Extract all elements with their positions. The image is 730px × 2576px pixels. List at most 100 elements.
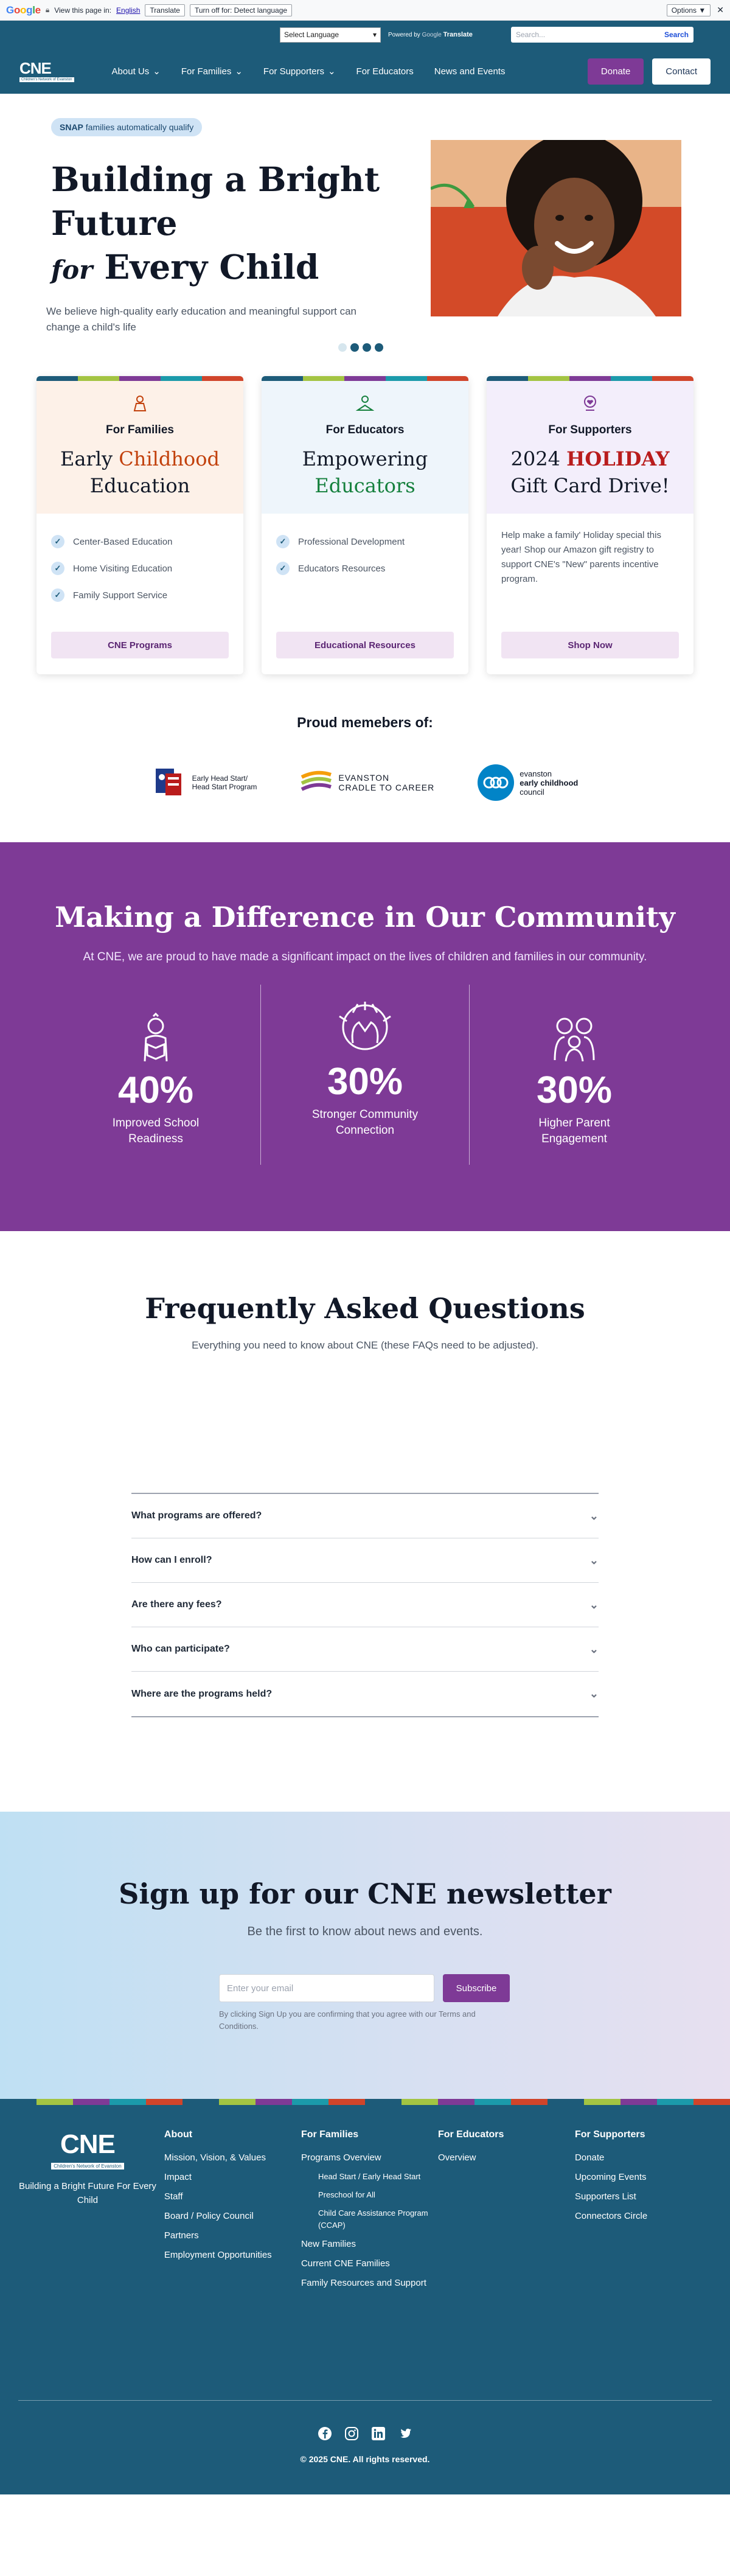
list-item-label: Professional Development [298, 536, 405, 547]
footer-link[interactable]: Programs Overview [301, 2151, 438, 2165]
footer-tagline: Building a Bright Future For Every Child [18, 2181, 156, 2205]
card-supporters: For Supporters 2024 HOLIDAY Gift Card Dri… [487, 376, 693, 674]
card-label: For Supporters [548, 424, 632, 436]
logo-text: Early Head Start/ [192, 774, 248, 783]
main-nav: CNE Children's Network of Evanston About… [0, 49, 730, 94]
stat-value: 30% [327, 1061, 403, 1103]
carousel-dot[interactable] [338, 343, 347, 352]
nav-item-for-families[interactable]: For Families ⌄ [181, 66, 243, 77]
footer-link[interactable]: Mission, Vision, & Values [164, 2151, 301, 2165]
cne-programs-button[interactable]: CNE Programs [51, 632, 229, 658]
head-start-icon [155, 769, 181, 795]
faq-item[interactable]: Are there any fees? ⌄ [131, 1583, 599, 1627]
language-select[interactable]: Select Language ▾ [280, 27, 381, 43]
close-icon[interactable]: ✕ [717, 5, 724, 15]
card-title-accent: Educators [315, 474, 415, 497]
faq-list: What programs are offered? ⌄ How can I en… [131, 1493, 599, 1717]
logo-text: CRADLE TO CAREER [338, 783, 435, 792]
nav-item-for-supporters[interactable]: For Supporters ⌄ [263, 66, 336, 77]
language-link[interactable]: English [116, 6, 140, 15]
footer-link[interactable]: Donate [575, 2151, 712, 2165]
instagram-icon[interactable] [344, 2426, 360, 2442]
powered-by-google: Google [422, 32, 442, 38]
card-title-part: Empowering [302, 447, 428, 470]
list-item: ✓ Professional Development [276, 528, 468, 555]
chevron-down-icon: ⌄ [153, 66, 161, 77]
council-icon [478, 764, 515, 801]
faq-item[interactable]: How can I enroll? ⌄ [131, 1538, 599, 1583]
card-title-part: Early [60, 447, 119, 470]
footer-divider [18, 2400, 712, 2401]
social-links [0, 2426, 730, 2442]
footer-brand: CNE Children's Network of Evanston Build… [18, 2129, 157, 2296]
nav-item-about-us[interactable]: About Us ⌄ [112, 66, 161, 77]
options-button[interactable]: Options ▼ [666, 4, 711, 16]
language-select-value: Select Language [284, 30, 339, 39]
list-item: ✓ Family Support Service [51, 582, 243, 609]
nav-item-label: For Families [181, 66, 232, 77]
card-title: 2024 HOLIDAY Gift Card Drive! [487, 445, 693, 499]
parent-child-icon [554, 1017, 595, 1062]
head-start-logo[interactable]: Early Head Start/Head Start Program [152, 765, 257, 800]
footer-link[interactable]: Overview [438, 2151, 575, 2165]
donate-button[interactable]: Donate [587, 58, 644, 85]
stat-parent-engagement: 30% Higher Parent Engagement [470, 985, 679, 1165]
footer-link[interactable]: Partners [164, 2229, 301, 2243]
nav-item-news-events[interactable]: News and Events [434, 66, 506, 77]
nav-item-label: For Supporters [263, 66, 324, 77]
twitter-icon[interactable] [397, 2426, 413, 2442]
carousel-dot[interactable] [375, 343, 383, 352]
footer-color-stripe [0, 2099, 730, 2105]
newsletter-subtitle: Be the first to know about news and even… [247, 1925, 483, 1938]
footer-link[interactable]: New Families [301, 2238, 438, 2251]
turn-off-button[interactable]: Turn off for: Detect language [189, 4, 293, 16]
footer-link[interactable]: Upcoming Events [575, 2171, 712, 2184]
footer-link[interactable]: Board / Policy Council [164, 2210, 301, 2223]
logo-text: council [520, 787, 544, 797]
dropdown-arrow-icon: ▾ [372, 30, 377, 39]
subscribe-button[interactable]: Subscribe [443, 1974, 510, 2002]
faq-item[interactable]: What programs are offered? ⌄ [131, 1494, 599, 1538]
card-text: Help make a family' Holiday special this… [501, 530, 661, 584]
impact-title: Making a Difference in Our Community [55, 901, 675, 934]
educational-resources-button[interactable]: Educational Resources [276, 632, 454, 658]
faq-section: Frequently Asked Questions Everything yo… [0, 1231, 730, 1812]
search-button[interactable]: Search [664, 30, 689, 39]
translate-button[interactable]: Translate [145, 4, 185, 16]
faq-item[interactable]: Who can participate? ⌄ [131, 1627, 599, 1672]
linkedin-icon[interactable] [370, 2426, 386, 2442]
faq-item[interactable]: Where are the programs held? ⌄ [131, 1672, 599, 1716]
audience-cards: For Families Early Childhood Education ✓ C… [0, 376, 730, 707]
nav-item-for-educators[interactable]: For Educators [356, 66, 414, 77]
cradle-to-career-logo[interactable]: EVANSTON CRADLE TO CAREER [299, 769, 434, 797]
hero-title-for: for [51, 255, 93, 285]
logo-text: early childhood [520, 778, 579, 787]
stat-school-readiness: 40% Improved School Readiness [51, 985, 260, 1165]
footer-sublink[interactable]: Preschool for All [301, 2189, 438, 2201]
footer-link[interactable]: Employment Opportunities [164, 2249, 301, 2262]
stat-value: 30% [536, 1069, 613, 1111]
email-field[interactable]: Enter your email [219, 1974, 434, 2002]
footer-link[interactable]: Connectors Circle [575, 2210, 712, 2223]
cne-logo[interactable]: CNE Children's Network of Evanston [19, 60, 74, 82]
hero-title: Building a Bright Future for Every Child [51, 158, 392, 292]
impact-subtitle: At CNE, we are proud to have made a sign… [83, 951, 647, 963]
early-childhood-council-logo[interactable]: evanston early childhood council [477, 764, 578, 801]
contact-button[interactable]: Contact [652, 58, 711, 85]
footer-link[interactable]: Family Resources and Support [301, 2277, 438, 2290]
carousel-dot[interactable] [350, 343, 359, 352]
translate-icon: 🔒︎ [45, 5, 50, 14]
carousel-dot[interactable] [363, 343, 371, 352]
footer-link[interactable]: Supporters List [575, 2190, 712, 2204]
footer-link[interactable]: Current CNE Families [301, 2257, 438, 2271]
footer-link[interactable]: Impact [164, 2171, 301, 2184]
footer-link[interactable]: Staff [164, 2190, 301, 2204]
shop-now-button[interactable]: Shop Now [501, 632, 679, 658]
facebook-icon[interactable] [317, 2426, 333, 2442]
child-icon [131, 394, 149, 413]
footer-logo[interactable]: CNE [18, 2129, 157, 2160]
footer-sublink[interactable]: Child Care Assistance Program (CCAP) [301, 2207, 438, 2232]
hero-title-line1: Building a Bright [51, 159, 380, 199]
search-input[interactable]: Search... [516, 30, 664, 39]
footer-sublink[interactable]: Head Start / Early Head Start [301, 2171, 438, 2183]
